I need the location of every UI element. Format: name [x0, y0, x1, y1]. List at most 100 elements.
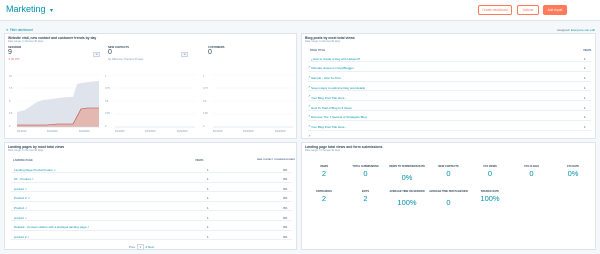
new-contacts-note: No difference: Previous 30 days: [108, 58, 144, 61]
dashboard-selector[interactable]: Marketing ▾: [6, 4, 53, 14]
external-link-icon[interactable]: ↗: [24, 207, 27, 210]
stat-label: ENTRANCES: [316, 190, 332, 193]
stat-value: 100%: [480, 194, 500, 203]
views-value: 1: [584, 76, 586, 81]
landing-page-link[interactable]: product ↗: [14, 187, 27, 191]
stat-label: EXITS: [361, 190, 370, 193]
stat-label: BOUNCE RATE: [480, 190, 500, 193]
blog-post-link[interactable]: ¿How to create a blog with Hubspot?: [311, 57, 360, 61]
card-subtitle: Date range: In the last 30 days: [305, 40, 341, 43]
blog-post-link[interactable]: Ultimate review on CopyBlogger: [311, 66, 354, 70]
table-row: S1 - Product ↗ 1 0%: [11, 176, 292, 183]
pager-next[interactable]: Next: [148, 245, 154, 249]
views-value: 1: [207, 177, 209, 182]
external-link-icon[interactable]: ↗: [27, 236, 29, 239]
blog-post-link[interactable]: Your Blog Post Title Here...: [311, 96, 347, 100]
stat-label: VIEWS: [319, 165, 329, 168]
y-tick: 1: [203, 75, 205, 78]
add-report-button[interactable]: Add report: [543, 5, 567, 15]
create-dashboard-button[interactable]: Create dashboard: [478, 5, 512, 15]
sessions-value: 9: [8, 49, 12, 56]
y-tick: 0.25: [203, 112, 208, 115]
landing-page-link[interactable]: Product 2 ↗: [14, 196, 30, 200]
x-tick: 6/29/2019: [79, 130, 90, 133]
conversion-rate-value: 0%: [283, 234, 288, 239]
x-tick: 6/15/2019: [47, 130, 58, 133]
external-link-icon[interactable]: ↗: [31, 178, 33, 181]
table-row: Your Blog Post Title Here... ↗ 1: [308, 94, 591, 108]
external-link-icon[interactable]: ↗: [24, 188, 27, 191]
landing-page-link[interactable]: S1 - Product ↗: [14, 177, 34, 181]
landing-page-link[interactable]: product ↗: [14, 216, 27, 220]
landing-page-link[interactable]: product 2 ↗: [14, 235, 29, 239]
pager-page-2[interactable]: 2: [146, 245, 148, 249]
views-value: 1: [207, 167, 209, 172]
blog-post-link[interactable]: Sample - How To Post: [311, 76, 341, 80]
new-contacts-expand-button[interactable]: ⇲: [181, 52, 188, 57]
stat-value: 0%: [401, 173, 413, 182]
views-value: 1: [584, 125, 586, 130]
external-link-icon[interactable]: ↗: [27, 197, 30, 200]
landing-page-link[interactable]: Landing Page Product button ↗: [14, 168, 56, 172]
y-tick: 10: [9, 75, 12, 78]
blog-post-link[interactable]: Seven ways to optimize blog post details: [311, 86, 365, 90]
views-value: 1: [584, 56, 586, 61]
table-row: Sample - How To Post ↗ 1: [308, 75, 591, 89]
stat-label: NEW CONTACTS: [438, 165, 459, 168]
card-subtitle: Date range: In the last 30 days: [305, 149, 341, 152]
blog-post-link[interactable]: Your Blog Post Title Here...: [311, 125, 347, 129]
y-tick: 0.5: [105, 100, 109, 103]
conversion-rate-value: 0%: [283, 215, 288, 220]
views-value: 1: [207, 205, 209, 210]
stat-value: 0: [363, 169, 368, 178]
pagination: Prev 1 2 Next: [129, 244, 154, 250]
external-link-icon[interactable]: ↗: [86, 226, 89, 229]
traffic-trends-card: Website visit, new contact and customer …: [4, 33, 297, 139]
y-tick: 2.5: [9, 112, 13, 115]
actions-button[interactable]: Actions: [517, 5, 539, 15]
pager-prev[interactable]: Prev: [129, 245, 135, 249]
stat-value: 0: [529, 169, 534, 178]
external-link-icon[interactable]: ↗: [53, 169, 56, 172]
views-value: 1: [584, 115, 586, 120]
conversion-rate-value: 0%: [283, 196, 288, 201]
assigned-value-link[interactable]: Everyone can edit: [571, 28, 595, 32]
x-tick: 6/15/2019: [145, 130, 156, 133]
views-value: 1: [584, 66, 586, 71]
table-row: product ↗ 1 0%: [11, 185, 292, 193]
column-header-conversion-rate[interactable]: NEW CONTACT CONVERSION RATE: [257, 159, 295, 161]
stat-value: 0: [446, 198, 451, 207]
x-tick: 6/1/2019: [115, 130, 125, 133]
column-header-views[interactable]: VIEWS: [583, 49, 591, 52]
stat-label: VIEWS TO SUBMISSION RATE: [388, 165, 426, 168]
y-tick: 0: [105, 125, 107, 128]
stat-label: AVERAGE TIME ON SESSION: [389, 190, 425, 193]
column-header-landing-page[interactable]: LANDING PAGE: [13, 159, 33, 162]
landing-submissions-card: Landing page total views and form submis…: [301, 142, 596, 250]
views-value: 1: [584, 85, 586, 90]
stat-label: TOTAL SUBMISSIONS: [352, 165, 379, 168]
conversion-rate-value: 0%: [283, 167, 288, 172]
y-tick: 7.5: [9, 87, 13, 90]
landing-page-link[interactable]: Product ↗: [14, 206, 27, 210]
external-link-icon[interactable]: ↗: [24, 217, 27, 220]
column-header-views[interactable]: VIEWS: [195, 159, 203, 162]
x-tick: 6/29/2019: [275, 130, 286, 133]
table-row: product ↗ 1 0%: [11, 214, 292, 221]
filter-dashboard-link[interactable]: ⚟ Filter dashboard: [6, 28, 33, 32]
sessions-expand-button[interactable]: ⇲: [93, 52, 100, 57]
stat-value: 0: [446, 169, 451, 178]
customers-value: 0: [208, 49, 212, 56]
blog-post-link[interactable]: Discover The 7 Secrets of Strategies Blo…: [311, 115, 367, 119]
external-link-icon[interactable]: ↗: [308, 134, 311, 138]
card-subtitle: Date range: In the last 30 days: [8, 40, 44, 43]
views-value: 1: [207, 225, 209, 230]
y-tick: 0.75: [203, 87, 208, 90]
stat-value: 2: [321, 169, 327, 178]
landing-page-link[interactable]: Deleted - Convert visitors with a Hubspo…: [14, 225, 89, 229]
column-header-page-title[interactable]: PAGE TITLE: [310, 49, 325, 52]
stat-value: 0: [487, 169, 493, 178]
views-value: 1: [207, 234, 209, 239]
pager-page-1[interactable]: 1: [137, 244, 144, 250]
blog-post-link[interactable]: How To Start A Blog In 6 Steps: [311, 106, 352, 110]
